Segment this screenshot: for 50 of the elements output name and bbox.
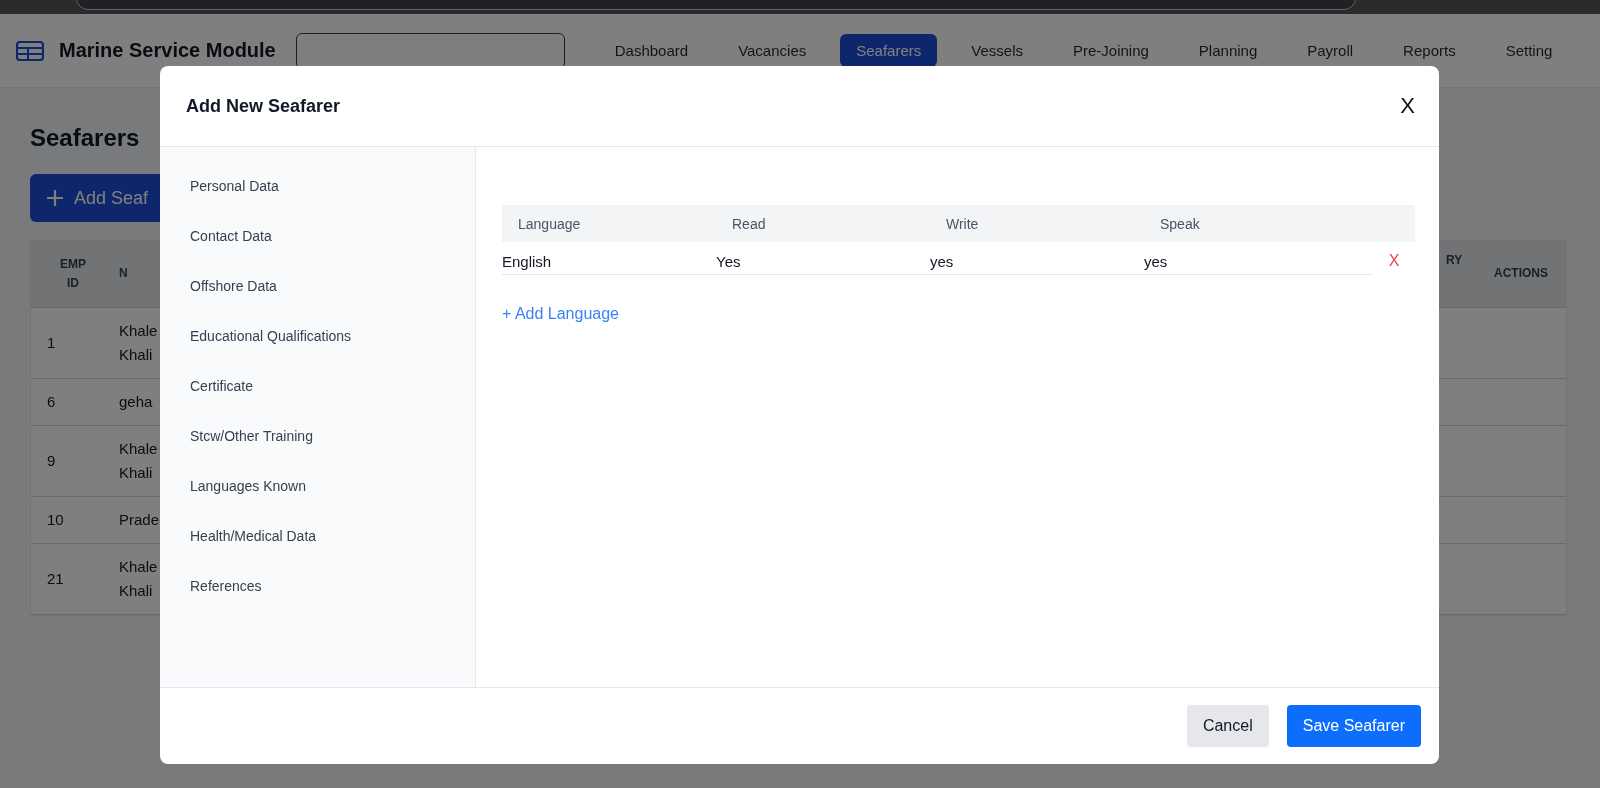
table-cell: English <box>502 246 716 275</box>
cancel-button[interactable]: Cancel <box>1186 705 1269 747</box>
table-cell-text: Khale Khali <box>119 321 158 365</box>
table-cell: 6 <box>31 379 115 426</box>
table-cell: yes <box>930 246 1144 275</box>
save-button[interactable]: Save Seafarer <box>1286 705 1421 747</box>
sidebar-item[interactable]: Certificate <box>190 377 475 396</box>
plus-icon <box>46 189 64 207</box>
nav-tab[interactable]: Dashboard <box>598 34 705 67</box>
remove-button[interactable]: X <box>1388 251 1400 270</box>
table-cell-text: Khale Khali <box>119 557 158 601</box>
column-header: Speak <box>1159 215 1201 232</box>
column-header: Language <box>517 215 582 232</box>
column-header: RY <box>1438 241 1476 308</box>
sidebar-item[interactable]: Stcw/Other Training <box>190 427 475 446</box>
nav-tab[interactable]: Vessels <box>955 34 1039 67</box>
sidebar-item[interactable]: Languages Known <box>190 477 475 496</box>
column-header: Write <box>945 215 980 232</box>
close-button[interactable]: X <box>1400 93 1415 119</box>
column-header: EMP ID <box>31 241 115 308</box>
table-cell: yes <box>1144 246 1373 275</box>
table-cell: 1 <box>31 308 115 379</box>
table-cell: 10 <box>31 497 115 544</box>
nav-tab[interactable]: Reports <box>1387 34 1472 67</box>
nav-tab[interactable]: Payroll <box>1291 34 1370 67</box>
page-title: Seafarers <box>30 124 141 152</box>
sidebar-item[interactable]: References <box>190 577 475 596</box>
sidebar-item[interactable]: Contact Data <box>190 227 475 246</box>
table-cell: Yes <box>716 246 930 275</box>
nav-tab[interactable]: Seafarers <box>840 34 938 67</box>
table-cell: 9 <box>31 426 115 497</box>
sidebar-item[interactable]: Offshore Data <box>190 277 475 296</box>
nav-tab[interactable]: Pre-Joining <box>1057 34 1165 67</box>
add-language-link[interactable]: + Add Language <box>502 305 619 323</box>
column-header: ACTIONS <box>1476 241 1566 308</box>
nav-tab[interactable]: Vacancies <box>722 34 823 67</box>
table-cell-text: Prade <box>119 510 160 530</box>
app-title: Marine Service Module <box>59 39 276 62</box>
table-cell-text: geha <box>119 392 153 412</box>
sidebar-item[interactable]: Educational Qualifications <box>190 327 475 346</box>
column-header: Read <box>731 215 767 232</box>
table-icon <box>16 40 44 61</box>
nav-tab[interactable]: Planning <box>1182 34 1274 67</box>
table-cell: 21 <box>31 544 115 615</box>
sidebar-item[interactable]: Health/Medical Data <box>190 527 475 546</box>
nav-tab[interactable]: Setting <box>1489 34 1569 67</box>
dialog-title: Add New Seafarer <box>186 95 341 117</box>
search-field[interactable] <box>295 32 565 69</box>
column-header: N <box>115 241 161 308</box>
table-cell-text: Khale Khali <box>119 439 158 483</box>
